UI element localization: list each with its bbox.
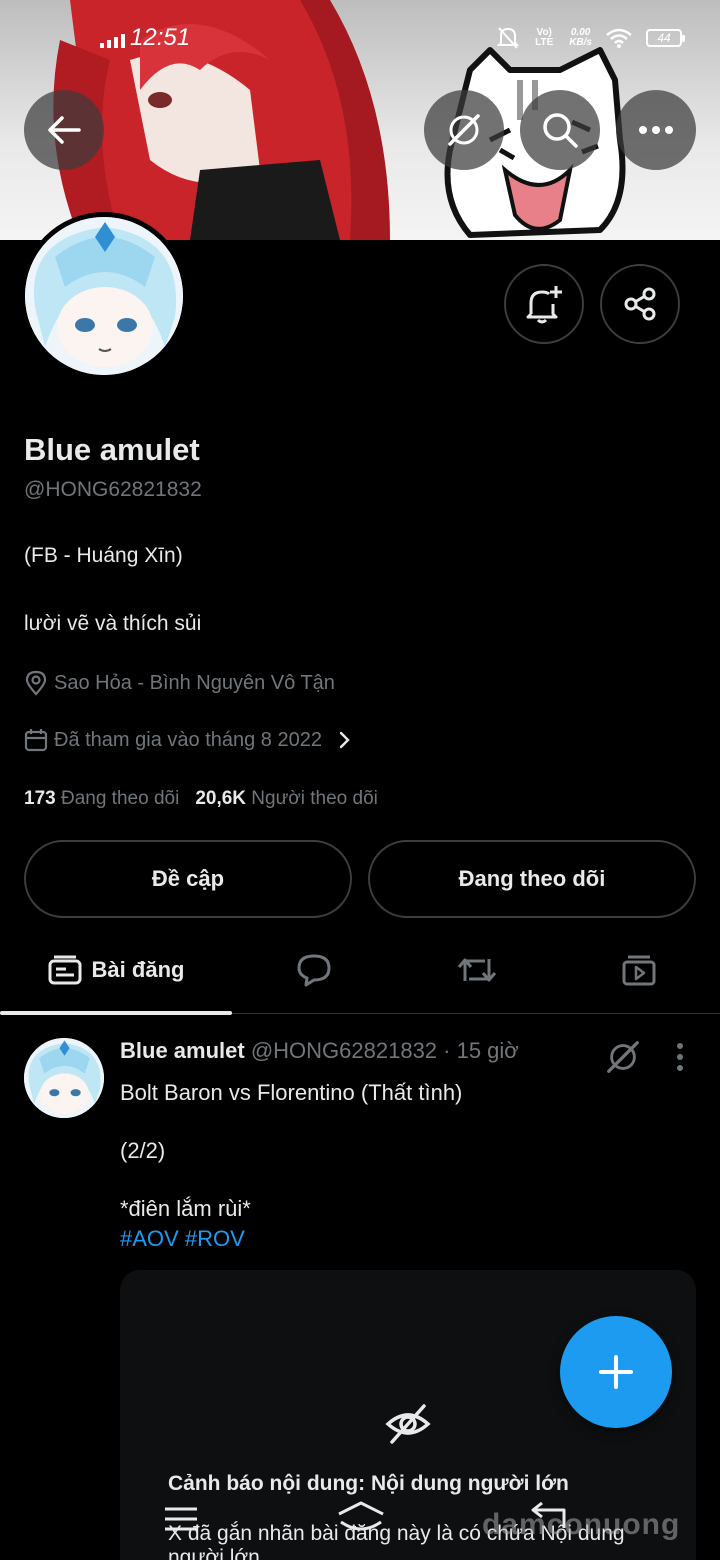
profile-joined[interactable]: Đã tham gia vào tháng 8 2022 bbox=[24, 728, 354, 752]
post-avatar[interactable] bbox=[24, 1038, 104, 1118]
followers-label: Người theo dõi bbox=[251, 788, 378, 809]
followers-stat[interactable]: 20,6K Người theo dõi bbox=[195, 788, 378, 810]
profile-bio-line1: (FB - Huáng Xīn) bbox=[24, 544, 183, 567]
chevron-right-icon bbox=[339, 731, 350, 749]
arrow-left-icon bbox=[48, 116, 81, 144]
following-button[interactable]: Đang theo dõi bbox=[368, 840, 696, 918]
more-horizontal-icon bbox=[639, 126, 673, 134]
followers-count: 20,6K bbox=[195, 788, 247, 809]
tab-posts-label: Bài đăng bbox=[91, 957, 185, 982]
hashtag-aov[interactable]: #AOV bbox=[120, 1226, 179, 1251]
post-hashtags: #AOV #ROV bbox=[120, 1226, 245, 1252]
profile-tabs: Bài đăng bbox=[0, 926, 720, 1015]
post-text-line1: Bolt Baron vs Florentino (Thất tình) bbox=[120, 1080, 463, 1105]
hashtag-rov[interactable]: #ROV bbox=[185, 1226, 245, 1251]
calendar-icon bbox=[24, 729, 48, 752]
avatar-image bbox=[25, 217, 183, 375]
profile-avatar[interactable] bbox=[20, 212, 188, 380]
post-avatar-image bbox=[24, 1038, 104, 1118]
joined-text: Đã tham gia vào tháng 8 2022 bbox=[54, 728, 322, 751]
tab-media[interactable] bbox=[558, 926, 720, 1014]
share-button[interactable] bbox=[600, 264, 680, 344]
compose-post-button[interactable] bbox=[560, 1316, 672, 1428]
following-count: 173 bbox=[24, 788, 56, 809]
content-warning-title: Cảnh báo nội dung: Nội dung người lớn bbox=[168, 1472, 569, 1495]
tab-reposts[interactable] bbox=[396, 926, 558, 1014]
tab-replies[interactable] bbox=[232, 926, 396, 1014]
profile-name: Blue amulet bbox=[24, 432, 200, 467]
post-header: Blue amulet @HONG62821832 · 15 giờ bbox=[120, 1038, 519, 1064]
watermark-text: damconuong bbox=[482, 1508, 681, 1541]
battery-indicator: 44 bbox=[646, 29, 685, 47]
speed-unit: KB/s bbox=[569, 37, 592, 48]
bell-muted-icon bbox=[497, 27, 520, 49]
speed-indicator: 0.00 KB/s bbox=[569, 28, 592, 48]
signal-icon bbox=[100, 34, 125, 48]
profile-handle: @HONG62821832 bbox=[24, 478, 202, 501]
media-icon bbox=[622, 955, 656, 986]
posts-icon bbox=[48, 955, 82, 985]
follow-stats: 173 Đang theo dõi 20,6K Người theo dõi bbox=[24, 788, 378, 810]
profile-bio-line2: lười vẽ và thích sủi bbox=[24, 612, 202, 635]
notify-button[interactable] bbox=[504, 264, 584, 344]
location-text: Sao Hỏa - Bình Nguyên Vô Tận bbox=[54, 671, 335, 694]
share-icon bbox=[624, 287, 656, 321]
reply-icon bbox=[297, 954, 331, 987]
bell-plus-icon bbox=[526, 286, 562, 324]
battery-level: 44 bbox=[657, 31, 671, 45]
network-label: Vo) LTE bbox=[535, 27, 554, 48]
status-bar: 12:51 Vo) LTE 0.00 KB/s 44 bbox=[0, 0, 720, 78]
repost-icon bbox=[457, 958, 497, 982]
search-icon bbox=[543, 113, 578, 148]
home-icon[interactable] bbox=[336, 1500, 386, 1534]
post-text-line3: *điên lắm rùi* bbox=[120, 1196, 251, 1221]
wifi-icon bbox=[606, 28, 632, 48]
back-button[interactable] bbox=[24, 90, 104, 170]
tab-posts[interactable]: Bài đăng bbox=[0, 926, 232, 1014]
grok-button[interactable] bbox=[424, 90, 504, 170]
location-pin-icon bbox=[25, 670, 47, 696]
grok-icon bbox=[448, 114, 480, 146]
more-button[interactable] bbox=[616, 90, 696, 170]
profile-location: Sao Hỏa - Bình Nguyên Vô Tận bbox=[24, 670, 335, 696]
search-button[interactable] bbox=[520, 90, 600, 170]
plus-icon bbox=[599, 1355, 633, 1389]
mention-button[interactable]: Đề cập bbox=[24, 840, 352, 918]
following-label: Đang theo dõi bbox=[60, 788, 180, 809]
following-stat[interactable]: 173 Đang theo dõi bbox=[24, 788, 179, 810]
post-more-icon[interactable] bbox=[674, 1042, 686, 1072]
recents-icon[interactable] bbox=[164, 1506, 198, 1532]
post-text-line2: (2/2) bbox=[120, 1138, 166, 1163]
eye-off-icon bbox=[385, 1404, 431, 1444]
post-handle-time: @HONG62821832 · 15 giờ bbox=[250, 1038, 519, 1063]
post-grok-icon[interactable] bbox=[604, 1038, 642, 1076]
post-author[interactable]: Blue amulet bbox=[120, 1038, 245, 1063]
active-tab-indicator bbox=[0, 1011, 232, 1015]
status-time: 12:51 bbox=[130, 24, 191, 51]
